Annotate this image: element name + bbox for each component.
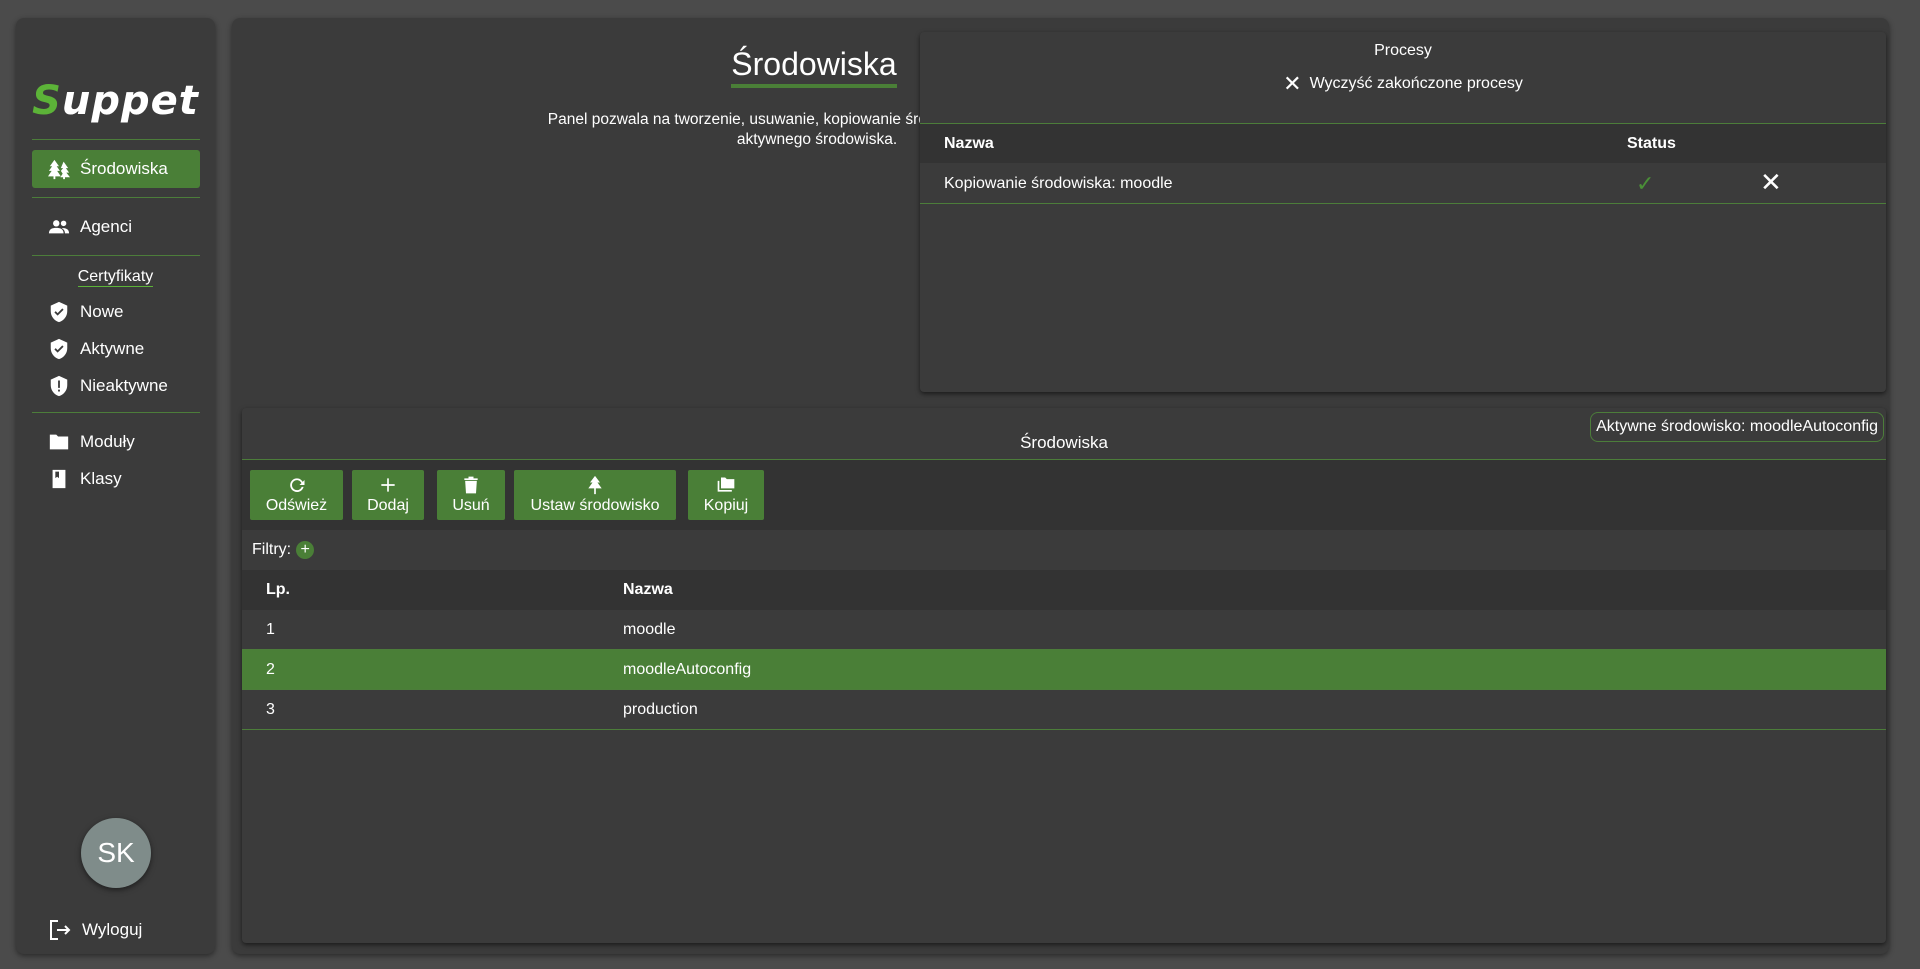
certyfikaty-section-title: Certyfikaty bbox=[77, 268, 154, 287]
logout-label: Wyloguj bbox=[82, 920, 143, 939]
delete-button[interactable]: Usuń bbox=[437, 470, 505, 520]
sidebar-item-label: Klasy bbox=[80, 469, 122, 488]
trash-icon bbox=[464, 476, 478, 494]
people-icon bbox=[48, 216, 70, 238]
sidebar-item-aktywne[interactable]: Aktywne bbox=[32, 330, 200, 368]
sidebar-item-agenci[interactable]: Agenci bbox=[32, 208, 200, 246]
shield-alert-icon bbox=[48, 375, 70, 397]
environments-panel: Środowiska Aktywne środowisko: moodleAut… bbox=[242, 408, 1886, 943]
table-row-selected[interactable]: 2 moodleAutoconfig bbox=[242, 650, 1886, 690]
sidebar: Suppet Środowiska Agenci Certyfikaty Now… bbox=[16, 18, 215, 954]
check-icon: ✓ bbox=[1636, 171, 1655, 196]
main-content: Środowiska Panel pozwala na tworzenie, u… bbox=[232, 18, 1889, 954]
logo-rest: uppet bbox=[61, 78, 199, 124]
add-filter-button[interactable]: + bbox=[296, 541, 315, 559]
sidebar-item-label: Środowiska bbox=[80, 159, 168, 178]
set-environment-button[interactable]: Ustaw środowisko bbox=[514, 470, 676, 520]
avatar[interactable]: SK bbox=[81, 818, 151, 888]
copy-button[interactable]: Kopiuj bbox=[688, 470, 764, 520]
row-lp: 1 bbox=[266, 621, 275, 638]
row-name: moodleAutoconfig bbox=[623, 661, 752, 678]
process-row: Kopiowanie środowiska: moodle ✓ ✕ bbox=[920, 163, 1886, 204]
row-lp: 3 bbox=[266, 701, 275, 718]
logout-button[interactable]: Wyloguj bbox=[48, 918, 142, 942]
logout-icon bbox=[50, 920, 71, 940]
table-row[interactable]: 3 production bbox=[242, 690, 1886, 730]
sidebar-divider bbox=[32, 139, 200, 140]
row-name: moodle bbox=[623, 621, 676, 638]
table-row[interactable]: 1 moodle bbox=[242, 610, 1886, 650]
add-label: Dodaj bbox=[367, 497, 409, 514]
filters-bar: Filtry: + bbox=[242, 530, 1886, 570]
trees-icon bbox=[48, 158, 70, 180]
shield-check-icon bbox=[48, 301, 70, 323]
sidebar-item-label: Nieaktywne bbox=[80, 376, 168, 395]
sidebar-divider bbox=[32, 412, 200, 413]
add-button[interactable]: Dodaj bbox=[352, 470, 424, 520]
sidebar-item-label: Aktywne bbox=[80, 339, 145, 358]
tree-icon bbox=[588, 475, 602, 495]
environments-table-header: Lp. Nazwa bbox=[242, 570, 1886, 610]
active-environment-badge: Aktywne środowisko: moodleAutoconfig bbox=[1590, 412, 1884, 442]
column-header-name: Nazwa bbox=[944, 135, 994, 152]
remove-process-close-icon[interactable]: ✕ bbox=[1760, 168, 1782, 196]
sidebar-item-srodowiska[interactable]: Środowiska bbox=[32, 150, 200, 188]
refresh-button[interactable]: Odśwież bbox=[250, 470, 343, 520]
sidebar-divider bbox=[32, 255, 200, 256]
sidebar-item-klasy[interactable]: Klasy bbox=[32, 460, 200, 498]
row-lp: 2 bbox=[266, 661, 275, 678]
filters-label: Filtry: bbox=[252, 541, 292, 558]
sidebar-item-label: Nowe bbox=[80, 302, 124, 321]
set-environment-label: Ustaw środowisko bbox=[530, 497, 660, 514]
close-icon: ✕ bbox=[1283, 71, 1302, 96]
processes-title: Procesy bbox=[1374, 42, 1432, 59]
row-name: production bbox=[623, 701, 698, 718]
sidebar-item-nieaktywne[interactable]: Nieaktywne bbox=[32, 367, 200, 405]
logo-first-letter: S bbox=[32, 78, 62, 124]
plus-icon bbox=[381, 478, 395, 492]
folder-icon bbox=[48, 431, 70, 453]
clear-finished-processes-button[interactable]: ✕ Wyczyść zakończone procesy bbox=[920, 71, 1886, 96]
refresh-icon bbox=[289, 478, 304, 492]
processes-table-header: Nazwa Status bbox=[920, 123, 1886, 163]
app-root: Suppet Środowiska Agenci Certyfikaty Now… bbox=[0, 0, 1920, 969]
processes-panel: Procesy ✕ Wyczyść zakończone procesy Naz… bbox=[920, 32, 1886, 392]
book-icon bbox=[48, 468, 70, 490]
sidebar-item-label: Agenci bbox=[80, 217, 132, 236]
column-header-lp: Lp. bbox=[266, 581, 290, 598]
process-name: Kopiowanie środowiska: moodle bbox=[944, 175, 1173, 192]
app-logo[interactable]: Suppet bbox=[16, 78, 215, 124]
sidebar-divider bbox=[32, 197, 200, 198]
clear-finished-label: Wyczyść zakończone procesy bbox=[1309, 75, 1523, 92]
delete-label: Usuń bbox=[452, 497, 490, 514]
folders-icon bbox=[717, 477, 735, 492]
copy-label: Kopiuj bbox=[703, 497, 749, 514]
sidebar-item-nowe[interactable]: Nowe bbox=[32, 293, 200, 331]
sidebar-item-label: Moduły bbox=[80, 432, 135, 451]
column-header-status: Status bbox=[1627, 135, 1676, 152]
refresh-label: Odśwież bbox=[265, 497, 328, 514]
sidebar-item-moduly[interactable]: Moduły bbox=[32, 423, 200, 461]
environments-toolbar: Odśwież Dodaj Usuń Ustaw środowisko Kopi… bbox=[242, 460, 1886, 530]
shield-check-icon bbox=[48, 338, 70, 360]
column-header-name: Nazwa bbox=[623, 581, 673, 598]
